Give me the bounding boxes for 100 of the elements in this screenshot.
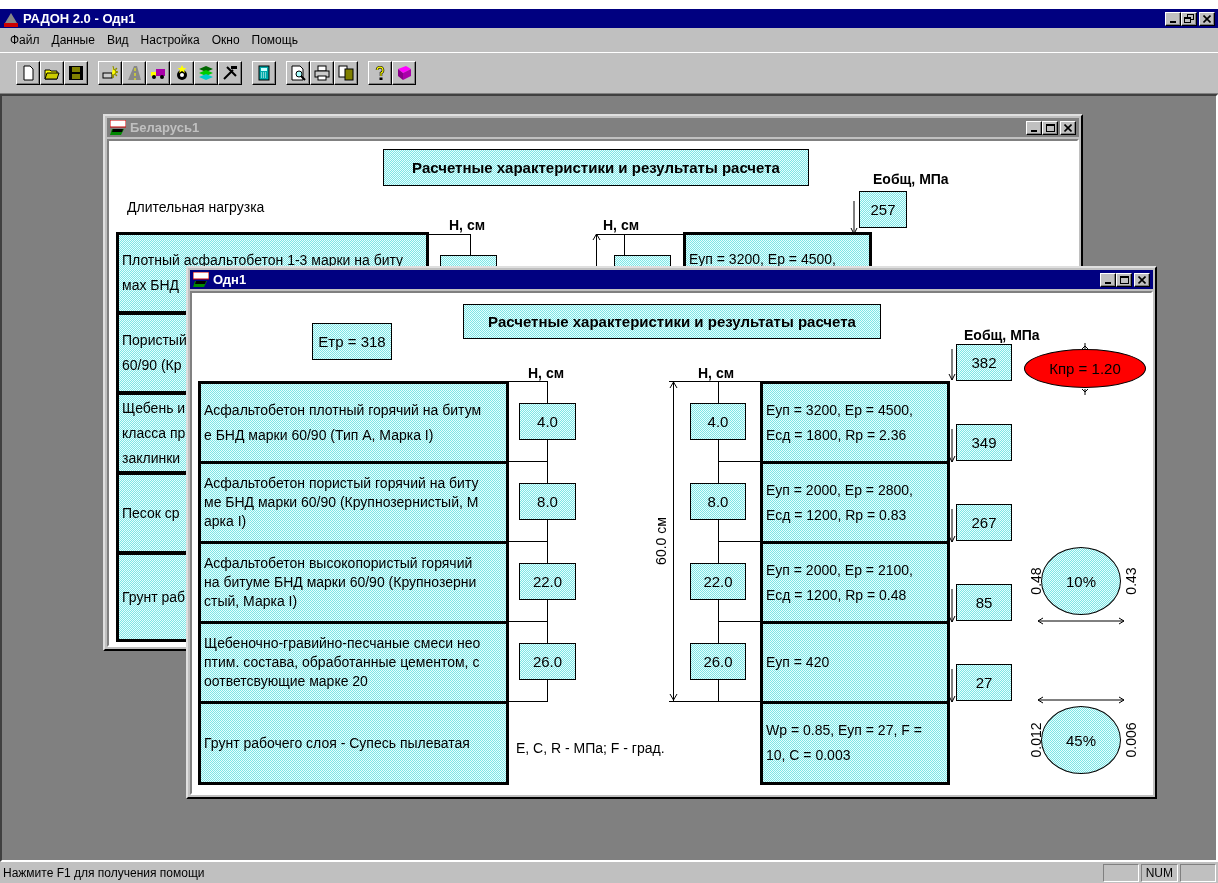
- toolbar-button[interactable]: [218, 61, 242, 85]
- check-value: 0.43: [1123, 566, 1140, 597]
- thickness-box: 8.0: [690, 483, 746, 520]
- thickness-box: 22.0: [690, 563, 746, 600]
- total-thickness: 60.0 см: [653, 516, 670, 567]
- minimize-button[interactable]: [1100, 272, 1116, 287]
- load-arrow: [948, 508, 956, 543]
- close-icon: [1064, 123, 1072, 132]
- thickness-header: Н, см: [603, 217, 640, 233]
- layer-cell: Асфальтобетон высокопористый горячий на битуме БНД марки 60/90 (Крупнозерни стый, Марка I): [198, 541, 509, 624]
- toolbar-button[interactable]: [122, 61, 146, 85]
- load-arrow: [850, 200, 858, 235]
- load-arrow: [948, 428, 956, 463]
- toolbar-button[interactable]: [334, 61, 358, 85]
- document-icon: [20, 65, 36, 81]
- thickness-box: 4.0: [519, 403, 576, 440]
- modulus-header: Еобщ, МПа: [964, 327, 1040, 343]
- toolbar-button[interactable]: [392, 61, 416, 85]
- maximize-icon: [1045, 123, 1055, 132]
- toolbar-button[interactable]: [40, 61, 64, 85]
- window-title: Одн1: [213, 272, 248, 287]
- toolbar-button[interactable]: [170, 61, 194, 85]
- menu-item[interactable]: Файл: [4, 33, 46, 47]
- modulus-cell: Еуп = 420: [760, 621, 950, 704]
- results-heading: Расчетные характеристики и результаты расчета: [383, 149, 809, 186]
- window-icon: [110, 119, 126, 136]
- tools-icon: [222, 65, 238, 81]
- window-icon: [193, 271, 209, 288]
- pointer-arrow: [1081, 389, 1089, 395]
- check-circle: 45%: [1041, 706, 1121, 774]
- window-title: Беларусь1: [130, 120, 201, 135]
- toolbar-button[interactable]: [286, 61, 310, 85]
- thickness-header: Н, см: [698, 365, 735, 381]
- restore-button[interactable]: [1181, 11, 1197, 26]
- thickness-box: 22.0: [519, 563, 576, 600]
- road-icon: [126, 65, 142, 81]
- layer-cell: Щебеночно-гравийно-песчаные смеси нео птим. состава, обработанные цементом, с оответсвующие марке 20: [198, 621, 509, 704]
- toolbar-button[interactable]: [194, 61, 218, 85]
- load-arrow: [948, 348, 956, 381]
- modulus-value: 267: [956, 504, 1012, 541]
- window-titlebar[interactable]: Одн1: [190, 270, 1153, 289]
- toolbar-button[interactable]: [64, 61, 88, 85]
- menu-item[interactable]: Данные: [45, 33, 101, 47]
- results-heading: Расчетные характеристики и результаты расчета: [463, 304, 881, 339]
- modulus-value: 257: [859, 191, 907, 228]
- check-circle: 10%: [1041, 547, 1121, 615]
- copy-icon: [338, 65, 354, 81]
- close-icon: [1203, 14, 1211, 23]
- modulus-value: 349: [956, 424, 1012, 461]
- toolbar-button[interactable]: [252, 61, 276, 85]
- app-title: РАДОН 2.0 - Одн1: [23, 11, 137, 26]
- toolbar-button[interactable]: [146, 61, 170, 85]
- toolbar-button[interactable]: [16, 61, 40, 85]
- minimize-button[interactable]: [1165, 11, 1181, 26]
- toolbar-button[interactable]: [368, 61, 392, 85]
- modulus-cell: Еуп = 2000, Ер = 2800, Есд = 1200, Rp = 0.83: [760, 461, 950, 544]
- units-note: E, C, R - МПа; F - град.: [516, 740, 665, 756]
- burst-icon: [102, 65, 118, 81]
- status-panel: [1102, 863, 1139, 882]
- strength-factor: Кпр = 1.20: [1024, 349, 1146, 388]
- thickness-box: 26.0: [519, 643, 576, 680]
- load-arrow: [948, 668, 956, 703]
- minimize-icon: [1105, 281, 1111, 284]
- menu-item[interactable]: Настройка: [134, 33, 206, 47]
- toolbar-button[interactable]: [98, 61, 122, 85]
- close-button[interactable]: [1134, 272, 1150, 287]
- thickness-header: Н, см: [449, 217, 486, 233]
- restore-icon: [1184, 14, 1194, 23]
- modulus-cell: Еуп = 2000, Ер = 2100, Есд = 1200, Rp = 0.48: [760, 541, 950, 624]
- modulus-value: 382: [956, 344, 1012, 381]
- status-message: Нажмите F1 для получения помощи: [2, 865, 206, 880]
- menu-item[interactable]: Вид: [100, 33, 135, 47]
- maximize-button[interactable]: [1116, 272, 1132, 287]
- menu-item[interactable]: Помощь: [245, 33, 304, 47]
- thickness-box: 8.0: [519, 483, 576, 520]
- maximize-icon: [1119, 275, 1129, 284]
- wheel-icon: [174, 65, 190, 81]
- printer-icon: [314, 65, 330, 81]
- minimize-icon: [1031, 129, 1037, 132]
- layer-cell: Асфальтобетон пористый горячий на биту ме БНД марки 60/90 (Крупнозернистый, М арка I): [198, 461, 509, 544]
- floppy-icon: [68, 65, 84, 81]
- calculator-icon: [256, 65, 272, 81]
- status-panel: NUM: [1140, 863, 1178, 882]
- menu-item[interactable]: Окно: [205, 33, 246, 47]
- required-modulus: Етр = 318: [312, 323, 392, 360]
- preview-icon: [290, 65, 306, 81]
- layer-cell: Асфальтобетон плотный горячий на битум е БНД марки 60/90 (Тип А, Марка I): [198, 381, 509, 464]
- load-arrow: [948, 588, 956, 623]
- modulus-value: 85: [956, 584, 1012, 621]
- modulus-header: Еобщ, МПа: [873, 171, 949, 187]
- close-button[interactable]: [1199, 11, 1215, 26]
- modulus-cell: Еуп = 3200, Ер = 4500, Есд = 1800, Rp = 2.36: [760, 381, 950, 464]
- check-value: 0.006: [1123, 721, 1140, 760]
- status-panel: [1180, 863, 1216, 882]
- toolbar-button[interactable]: [310, 61, 334, 85]
- minimize-icon: [1170, 20, 1176, 23]
- load-label: Длительная нагрузка: [127, 199, 265, 215]
- close-icon: [1138, 275, 1146, 284]
- layer-cell: Грунт рабочего слоя - Супесь пылеватая: [198, 701, 509, 785]
- pointer-arrow: [1081, 343, 1089, 349]
